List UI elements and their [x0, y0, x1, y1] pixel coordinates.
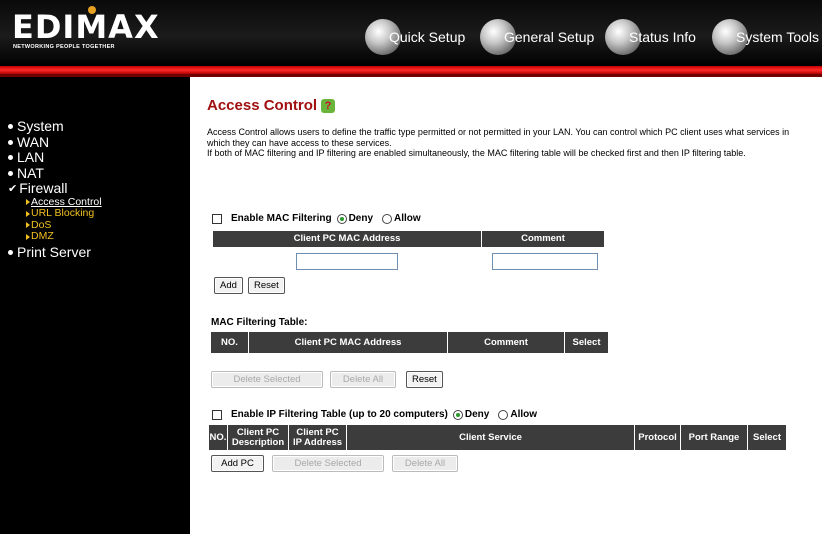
sidebar-item-label: LAN: [17, 149, 45, 165]
mac-filter-enable-row: Enable MAC Filtering Deny Allow: [212, 213, 421, 224]
ip-table-col-description-line2: Description: [231, 436, 285, 448]
bullet-icon: [8, 124, 13, 130]
page-description: Access Control allows users to define th…: [207, 127, 807, 159]
ip-allow-label: Allow: [510, 409, 538, 420]
mac-address-input[interactable]: [296, 253, 398, 270]
ip-deny-label: Deny: [464, 409, 490, 420]
mac-add-button[interactable]: Add: [214, 277, 243, 294]
sidebar-item-wan[interactable]: WAN: [8, 133, 102, 151]
nav-system-tools[interactable]: System Tools: [712, 19, 819, 55]
nav-quick-setup-label: Quick Setup: [389, 29, 466, 45]
mac-table-col-select: Select: [565, 332, 608, 353]
ip-table-col-ip: Client PC IP Address: [289, 425, 347, 450]
mac-reset-button[interactable]: Reset: [248, 277, 285, 294]
mac-table-col-comment: Comment: [448, 332, 565, 353]
ip-add-pc-button[interactable]: Add PC: [211, 455, 264, 472]
mac-delete-all-button[interactable]: Delete All: [330, 371, 396, 388]
mac-table-title: MAC Filtering Table:: [211, 317, 308, 328]
sidebar: System WAN LAN NAT ✔ Firewall Access Con…: [0, 77, 190, 534]
sidebar-item-system[interactable]: System: [8, 118, 102, 135]
description-paragraph-1: Access Control allows users to define th…: [207, 127, 790, 148]
logo-dot: [88, 6, 96, 14]
ip-filter-enable-checkbox[interactable]: [212, 409, 222, 420]
mac-allow-label: Allow: [394, 213, 421, 224]
checkmark-icon: ✔: [8, 182, 18, 195]
nav-general-setup[interactable]: General Setup: [480, 19, 595, 55]
nav-status-info[interactable]: Status Info: [605, 19, 696, 55]
page-title: Access Control ?: [207, 97, 336, 114]
edimax-logo: EDIMAX NETWORKING PEOPLE TOGETHER: [12, 6, 162, 50]
sidebar-item-lan[interactable]: LAN: [8, 149, 102, 166]
mac-allow-radio[interactable]: [382, 213, 393, 224]
page-title-text: Access Control: [207, 97, 318, 114]
bullet-icon: [8, 249, 13, 255]
ip-filter-enable-label: Enable IP Filtering Table (up to 20 comp…: [231, 409, 448, 420]
header-red-bar: [0, 66, 822, 74]
sidebar-item-label: WAN: [17, 133, 50, 150]
bullet-icon: [8, 155, 13, 161]
sidebar-item-print-server[interactable]: Print Server: [8, 243, 102, 261]
mac-deny-label: Deny: [348, 213, 374, 224]
mac-entry-header-comment: Comment: [482, 231, 604, 247]
nav-general-setup-label: General Setup: [504, 29, 595, 45]
description-paragraph-2: If both of MAC filtering and IP filterin…: [207, 148, 746, 158]
ip-delete-selected-button[interactable]: Delete Selected: [272, 455, 384, 472]
mac-entry-header-mac: Client PC MAC Address: [213, 231, 482, 247]
ip-table-col-port-range: Port Range: [681, 425, 748, 450]
nav-quick-setup[interactable]: Quick Setup: [365, 19, 466, 55]
bullet-icon: [8, 170, 13, 176]
bullet-icon: [8, 139, 13, 145]
sidebar-item-label: System: [17, 118, 64, 134]
sidebar-sub-url-blocking[interactable]: URL Blocking: [26, 207, 102, 220]
mac-comment-input[interactable]: [492, 253, 598, 270]
ip-deny-radio[interactable]: [452, 409, 463, 420]
triangle-right-icon: [26, 233, 30, 240]
sidebar-sub-label: DMZ: [31, 230, 54, 242]
mac-filter-enable-checkbox[interactable]: [212, 213, 222, 224]
sidebar-sub-dmz[interactable]: DMZ: [26, 230, 102, 243]
mac-table-col-no: NO.: [211, 332, 249, 353]
main-content: Access Control ? Access Control allows u…: [190, 77, 822, 534]
sidebar-item-label: Firewall: [19, 180, 68, 196]
ip-table-col-description: Client PC Description: [228, 425, 289, 450]
nav-status-info-label: Status Info: [629, 29, 696, 45]
sidebar-item-nat[interactable]: NAT: [8, 164, 102, 182]
triangle-right-icon: [26, 199, 30, 206]
ip-table-col-no: NO.: [209, 425, 228, 450]
top-header: EDIMAX NETWORKING PEOPLE TOGETHER Quick …: [0, 0, 822, 66]
nav-system-tools-label: System Tools: [736, 29, 819, 45]
logo-tagline: NETWORKING PEOPLE TOGETHER: [13, 44, 115, 50]
ip-table-col-ip-line2: IP Address: [292, 436, 343, 448]
mac-table-reset-button[interactable]: Reset: [406, 371, 443, 388]
mac-table-col-mac: Client PC MAC Address: [249, 332, 448, 353]
sidebar-item-label: NAT: [17, 164, 44, 181]
sidebar-menu: System WAN LAN NAT ✔ Firewall Access Con…: [8, 118, 102, 261]
sidebar-sub-label: URL Blocking: [31, 207, 95, 219]
ip-table-col-protocol: Protocol: [635, 425, 681, 450]
ip-delete-all-button[interactable]: Delete All: [392, 455, 458, 472]
firewall-submenu: Access Control URL Blocking DoS DMZ: [8, 196, 102, 243]
ip-table-col-service: Client Service: [347, 425, 635, 450]
ip-table-col-select: Select: [748, 425, 786, 450]
ip-allow-radio[interactable]: [498, 409, 509, 420]
ip-filter-enable-row: Enable IP Filtering Table (up to 20 comp…: [212, 409, 537, 420]
mac-filter-enable-label: Enable MAC Filtering: [231, 213, 332, 224]
logo-wordmark: EDIMAX: [12, 8, 160, 46]
triangle-right-icon: [26, 210, 30, 217]
help-icon[interactable]: ?: [321, 98, 336, 113]
mac-deny-radio[interactable]: [336, 213, 347, 224]
sidebar-item-label: Print Server: [17, 243, 91, 260]
sidebar-item-firewall[interactable]: ✔ Firewall: [8, 180, 102, 197]
triangle-right-icon: [26, 222, 30, 229]
mac-delete-selected-button[interactable]: Delete Selected: [211, 371, 323, 388]
